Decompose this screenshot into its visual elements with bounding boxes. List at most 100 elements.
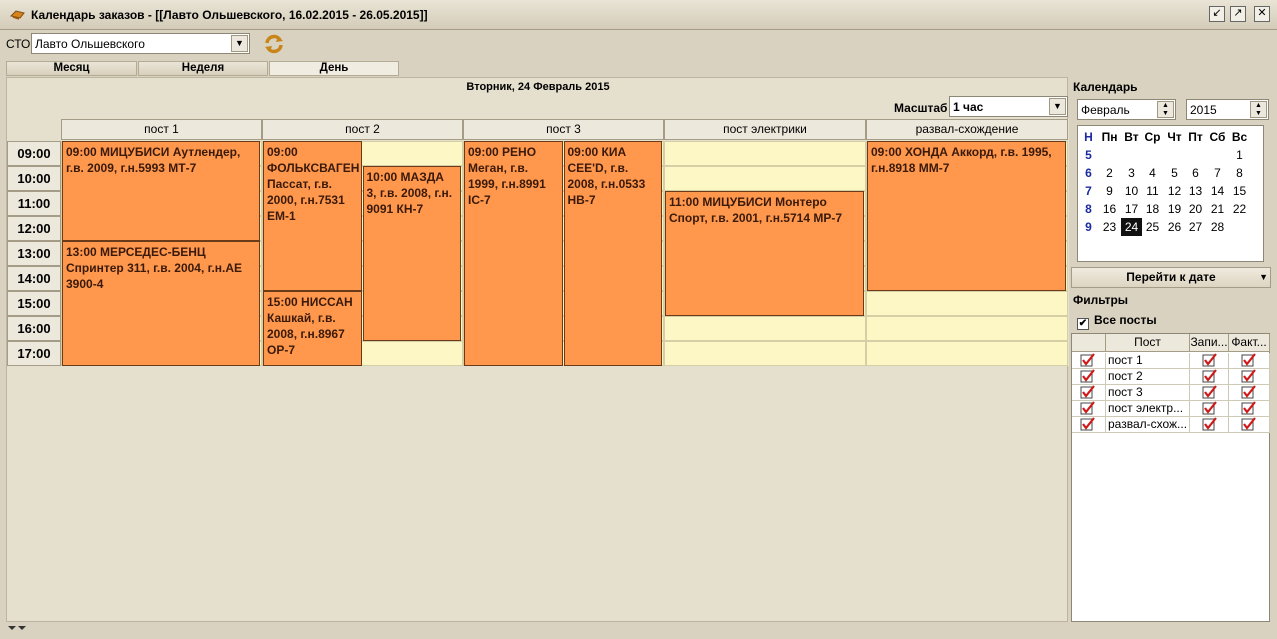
appointment-block[interactable]: 09:00 РЕНО Меган, г.в. 1999, г.н.8991 IC…: [464, 141, 563, 366]
calendar-week-number: 5: [1085, 148, 1092, 162]
calendar-day[interactable]: 19: [1164, 200, 1185, 218]
calendar-day[interactable]: 4: [1142, 164, 1163, 182]
time-slot[interactable]: [664, 316, 866, 341]
appointment-block[interactable]: 11:00 МИЦУБИСИ Монтеро Спорт, г.в. 2001,…: [665, 191, 864, 316]
filters-column-header[interactable]: Факт...: [1229, 334, 1270, 352]
appointment-block[interactable]: 13:00 МЕРСЕДЕС-БЕНЦ Спринтер 311, г.в. 2…: [62, 241, 260, 366]
calendar-day[interactable]: 18: [1142, 200, 1163, 218]
goto-date-button[interactable]: Перейти к дате ▼: [1071, 267, 1271, 288]
checkbox-checked-icon[interactable]: [1202, 417, 1217, 431]
calendar-day[interactable]: 2: [1099, 164, 1120, 182]
calendar-day[interactable]: 15: [1229, 182, 1250, 200]
appointment-block[interactable]: 09:00 КИА CEE'D, г.в. 2008, г.н.0533 НВ-…: [563, 141, 662, 366]
calendar-day[interactable]: 14: [1207, 182, 1228, 200]
time-slot[interactable]: [664, 166, 866, 191]
calendar-day[interactable]: 20: [1185, 200, 1206, 218]
calendar-day[interactable]: 26: [1164, 218, 1185, 236]
calendar-day[interactable]: 1: [1229, 146, 1250, 164]
post-filter-checkbox[interactable]: [1072, 369, 1106, 385]
calendar-day[interactable]: 10: [1121, 182, 1142, 200]
checkbox-checked-icon[interactable]: [1241, 401, 1256, 415]
checkbox-checked-icon[interactable]: [1202, 369, 1217, 383]
calendar-day[interactable]: 5: [1164, 164, 1185, 182]
checkbox-checked-icon[interactable]: [1241, 417, 1256, 431]
minimize-icon[interactable]: ↗: [1230, 6, 1246, 22]
calendar-day[interactable]: 24: [1121, 218, 1142, 236]
checkbox-checked-icon[interactable]: [1080, 417, 1095, 431]
post-filter-fact-checkbox[interactable]: [1229, 353, 1270, 369]
post-filter-checkbox[interactable]: [1072, 385, 1106, 401]
chevron-down-icon[interactable]: ▼: [1259, 268, 1268, 287]
checkbox-checked-icon[interactable]: [1202, 401, 1217, 415]
checkbox-checked-icon[interactable]: [1241, 385, 1256, 399]
calendar-day[interactable]: 13: [1185, 182, 1206, 200]
spinner-arrows-icon[interactable]: ▲ ▼: [1157, 101, 1174, 118]
checkbox-checked-icon[interactable]: [1080, 401, 1095, 415]
refresh-icon[interactable]: [262, 33, 286, 55]
checkbox-checked-icon[interactable]: [1080, 353, 1095, 367]
calendar-day[interactable]: 6: [1185, 164, 1206, 182]
restore-icon[interactable]: ↙: [1209, 6, 1225, 22]
post-filter-records-checkbox[interactable]: [1190, 385, 1229, 401]
year-spinner[interactable]: 2015 ▲ ▼: [1186, 99, 1269, 120]
post-filter-checkbox[interactable]: [1072, 417, 1106, 433]
month-spinner[interactable]: Февраль ▲ ▼: [1077, 99, 1176, 120]
appointment-block[interactable]: 09:00 ХОНДА Аккорд, г.в. 1995, г.н.8918 …: [867, 141, 1066, 291]
checkbox-checked-icon[interactable]: [1241, 353, 1256, 367]
calendar-day[interactable]: 25: [1142, 218, 1163, 236]
post-filter-records-checkbox[interactable]: [1190, 417, 1229, 433]
sto-select[interactable]: Лавто Ольшевского ▼: [31, 33, 250, 54]
checkbox-checked-icon[interactable]: [1080, 385, 1095, 399]
tab-month[interactable]: Месяц: [6, 61, 137, 76]
close-icon[interactable]: ✕: [1254, 6, 1270, 22]
calendar-day[interactable]: 12: [1164, 182, 1185, 200]
post-filter-records-checkbox[interactable]: [1190, 401, 1229, 417]
calendar-day[interactable]: 16: [1099, 200, 1120, 218]
post-filter-checkbox[interactable]: [1072, 401, 1106, 417]
calendar-day[interactable]: 21: [1207, 200, 1228, 218]
appointment-block[interactable]: 10:00 МАЗДА 3, г.в. 2008, г.н. 9091 КН-7: [362, 166, 461, 341]
post-filter-fact-checkbox[interactable]: [1229, 417, 1270, 433]
chevron-down-icon[interactable]: ▼: [1049, 98, 1066, 115]
appointment-block[interactable]: 09:00 ФОЛЬКСВАГЕН Пассат, г.в. 2000, г.н…: [263, 141, 362, 291]
spinner-arrows-icon[interactable]: ▲ ▼: [1250, 101, 1267, 118]
post-filter-checkbox[interactable]: [1072, 353, 1106, 369]
time-slot[interactable]: [866, 316, 1068, 341]
calendar-day[interactable]: 27: [1185, 218, 1206, 236]
time-slot[interactable]: [664, 341, 866, 366]
post-filter-fact-checkbox[interactable]: [1229, 369, 1270, 385]
calendar-day[interactable]: 11: [1142, 182, 1163, 200]
all-posts-checkbox[interactable]: ✔ Все посты: [1077, 313, 1157, 330]
post-filter-fact-checkbox[interactable]: [1229, 401, 1270, 417]
calendar-day[interactable]: 22: [1229, 200, 1250, 218]
time-slot[interactable]: [866, 291, 1068, 316]
splitter-handle[interactable]: [6, 623, 1270, 633]
calendar-day[interactable]: 8: [1229, 164, 1250, 182]
checkbox-checked-icon[interactable]: [1080, 369, 1095, 383]
checkbox-checked-icon[interactable]: [1202, 353, 1217, 367]
time-slot[interactable]: [866, 341, 1068, 366]
appointment-block[interactable]: 09:00 МИЦУБИСИ Аутлендер, г.в. 2009, г.н…: [62, 141, 260, 241]
tab-day[interactable]: День: [269, 61, 399, 76]
filters-check-header: [1072, 334, 1106, 352]
calendar-day[interactable]: 9: [1099, 182, 1120, 200]
appointment-block[interactable]: 15:00 НИССАН Кашкай, г.в. 2008, г.н.8967…: [263, 291, 362, 366]
calendar-day[interactable]: 7: [1207, 164, 1228, 182]
filters-column-header[interactable]: Запи...: [1190, 334, 1229, 352]
post-filter-records-checkbox[interactable]: [1190, 353, 1229, 369]
checkbox-checked-icon[interactable]: ✔: [1077, 318, 1089, 330]
time-label: 16:00: [7, 316, 61, 341]
calendar-day[interactable]: 23: [1099, 218, 1120, 236]
chevron-down-icon[interactable]: ▼: [231, 35, 248, 52]
checkbox-checked-icon[interactable]: [1241, 369, 1256, 383]
calendar-day[interactable]: 28: [1207, 218, 1228, 236]
tab-week[interactable]: Неделя: [138, 61, 268, 76]
scale-select[interactable]: 1 час ▼: [949, 96, 1068, 117]
time-slot[interactable]: [664, 141, 866, 166]
filters-column-header[interactable]: Пост: [1106, 334, 1190, 352]
calendar-day[interactable]: 17: [1121, 200, 1142, 218]
checkbox-checked-icon[interactable]: [1202, 385, 1217, 399]
post-filter-fact-checkbox[interactable]: [1229, 385, 1270, 401]
post-filter-records-checkbox[interactable]: [1190, 369, 1229, 385]
calendar-day[interactable]: 3: [1121, 164, 1142, 182]
